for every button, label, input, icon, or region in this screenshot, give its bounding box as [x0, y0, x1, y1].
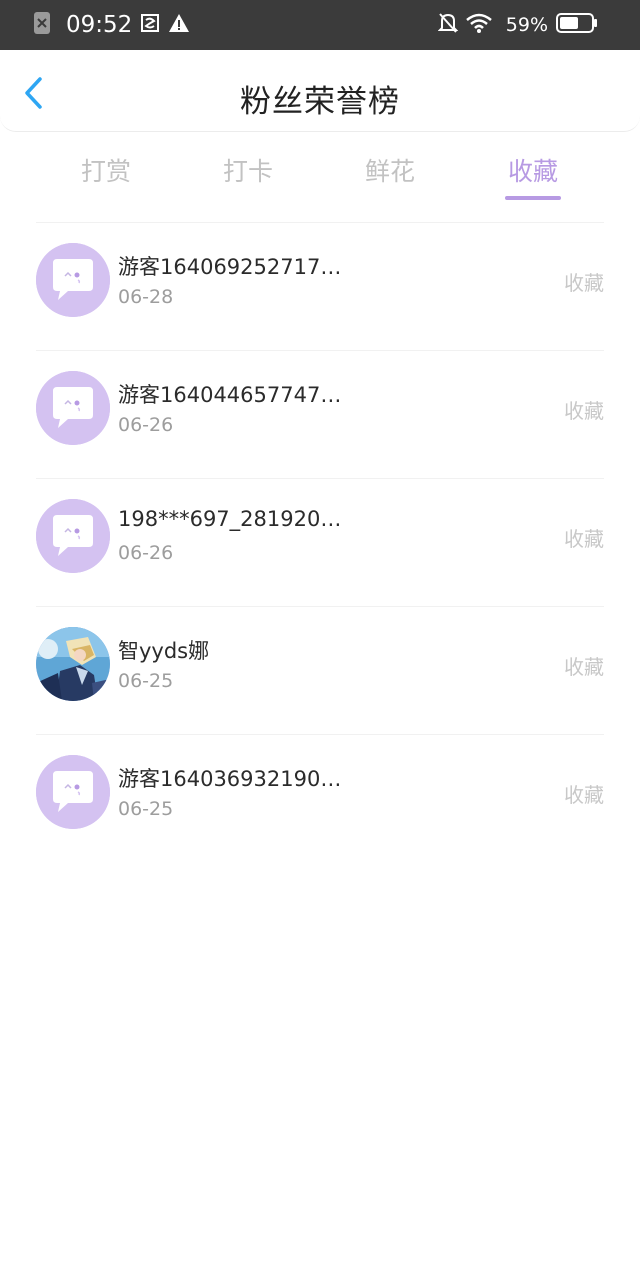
photo-avatar	[36, 627, 110, 701]
action-label: 收藏	[564, 271, 604, 295]
action-label: 收藏	[564, 655, 604, 679]
list-item[interactable]: 智yyds娜 06-25 收藏	[36, 606, 604, 734]
chat-bubble-avatar-icon	[36, 755, 110, 829]
chat-bubble-avatar-icon	[36, 243, 110, 317]
chat-bubble-avatar-icon	[36, 499, 110, 573]
item-date: 06-26	[118, 542, 174, 564]
user-name: 游客164044657747…	[118, 383, 342, 407]
warning-icon	[168, 13, 190, 37]
user-name: 智yyds娜	[118, 639, 210, 663]
item-date: 06-26	[118, 414, 174, 436]
screenshot-icon	[140, 13, 160, 37]
action-label: 收藏	[564, 527, 604, 551]
tab-tip[interactable]: 打赏	[46, 152, 166, 188]
tab-checkin[interactable]: 打卡	[188, 152, 308, 188]
header-bar: 粉丝荣誉榜	[0, 50, 640, 132]
tab-flowers[interactable]: 鲜花	[330, 152, 450, 188]
page-title: 粉丝荣誉榜	[240, 84, 400, 120]
action-label: 收藏	[564, 399, 604, 423]
fan-list: 游客164069252717… 06-28 收藏 游客164044657747……	[0, 222, 640, 862]
list-item[interactable]: 游客164069252717… 06-28 收藏	[36, 222, 604, 350]
tab-favorites[interactable]: 收藏	[473, 152, 593, 188]
tab-bar: 打赏 打卡 鲜花 收藏	[0, 140, 640, 210]
bell-off-icon	[437, 12, 459, 38]
action-label: 收藏	[564, 783, 604, 807]
active-tab-indicator	[505, 196, 561, 200]
wifi-icon	[465, 13, 492, 37]
user-name: 游客164069252717…	[118, 255, 342, 279]
status-bar: 09:52 59%	[0, 0, 640, 50]
list-item[interactable]: 游客164036932190… 06-25 收藏	[36, 734, 604, 862]
close-box-icon	[34, 12, 50, 38]
list-item[interactable]: 游客164044657747… 06-26 收藏	[36, 350, 604, 478]
user-name: 游客164036932190…	[118, 767, 342, 791]
list-item[interactable]: 198***697_281920… 06-26 收藏	[36, 478, 604, 606]
battery-icon	[556, 13, 598, 37]
clock: 09:52	[66, 12, 133, 38]
item-date: 06-25	[118, 670, 174, 692]
battery-percent: 59%	[505, 14, 548, 36]
user-name: 198***697_281920…	[118, 507, 342, 531]
chat-bubble-avatar-icon	[36, 371, 110, 445]
item-date: 06-28	[118, 286, 174, 308]
item-date: 06-25	[118, 798, 174, 820]
